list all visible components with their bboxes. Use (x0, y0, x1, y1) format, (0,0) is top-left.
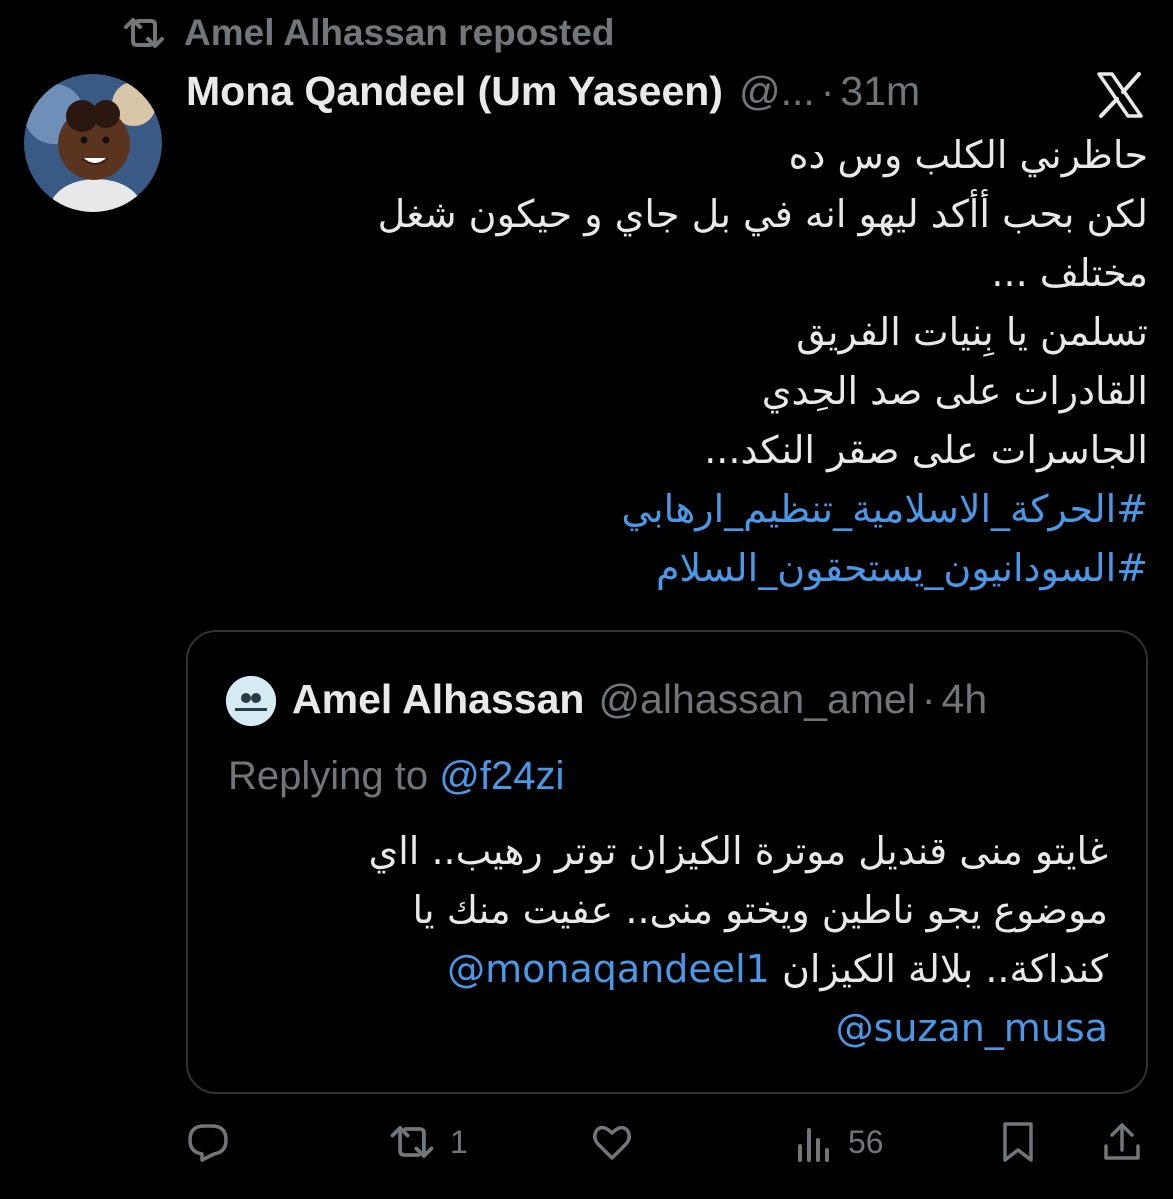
replying-prefix: Replying to (228, 754, 429, 798)
quoted-tweet[interactable]: Amel Alhassan @alhassan_amel · 4h Replyi… (186, 630, 1148, 1094)
repost-icon (390, 1126, 434, 1158)
quote-avatar[interactable] (226, 676, 276, 726)
views-icon (798, 1128, 829, 1162)
separator-dot: · (820, 68, 835, 114)
tweet-line: لكن بحب أأكد ليهو انه في بل جاي و حيكون … (377, 192, 1148, 236)
repost-icon (124, 18, 164, 48)
quote-avatar-image (226, 676, 276, 726)
avatar-image (24, 74, 162, 212)
hashtag-link[interactable]: #السودانيون_يستحقون_السلام (186, 539, 1148, 598)
mention-link[interactable]: @suzan_musa (228, 999, 1108, 1058)
views-count: 56 (848, 1123, 884, 1160)
quote-line: موضوع يجو ناطين ويختو منى.. عفيت منك يا (412, 888, 1108, 932)
repost-button[interactable]: 1 (386, 1120, 468, 1164)
replying-to: Replying to @f24zi (228, 754, 564, 799)
user-handle[interactable]: @... (739, 68, 815, 115)
quote-timestamp[interactable]: 4h (942, 676, 988, 723)
display-name[interactable]: Mona Qandeel (Um Yaseen) (186, 68, 723, 115)
quote-line: غايتو منى قنديل موترة الكيزان توتر رهيب.… (368, 829, 1109, 873)
bookmark-icon (1003, 1122, 1033, 1162)
tweet-header: Mona Qandeel (Um Yaseen) @... · 31m (186, 68, 920, 115)
like-button[interactable] (590, 1120, 634, 1164)
views-button[interactable]: 56 (792, 1120, 884, 1164)
separator-dot: · (921, 676, 936, 722)
reply-icon (188, 1124, 228, 1162)
quote-header: Amel Alhassan @alhassan_amel · 4h (292, 676, 987, 723)
heart-icon (593, 1125, 631, 1160)
mention-link[interactable]: @f24zi (439, 754, 564, 798)
mention-link[interactable]: @monaqandeel1 (447, 947, 770, 991)
hashtag-link[interactable]: #الحركة_الاسلامية_تنظيم_ارهابي (186, 480, 1148, 539)
tweet-line: تسلمن يا بِنيات الفريق (796, 310, 1148, 354)
x-logo-icon[interactable] (1096, 72, 1144, 118)
repost-count: 1 (450, 1123, 468, 1160)
quote-line: كنداكة.. بلالة الكيزان @monaqandeel1 (228, 940, 1108, 999)
reply-button[interactable] (186, 1120, 230, 1164)
tweet-line: الجاسرات على صقر النكد... (704, 428, 1148, 472)
quote-handle[interactable]: @alhassan_amel (598, 676, 915, 723)
tweet-line: القادرات على صد الحِدي (761, 369, 1148, 413)
quote-line-text: كنداكة.. بلالة الكيزان (781, 947, 1108, 991)
avatar[interactable] (24, 74, 162, 212)
timestamp[interactable]: 31m (840, 68, 920, 115)
quote-display-name[interactable]: Amel Alhassan (292, 676, 584, 723)
tweet-line: حاظرني الكلب وس ده (788, 133, 1148, 177)
share-button[interactable] (1100, 1120, 1144, 1164)
tweet-line: مختلف ... (991, 251, 1148, 295)
post-view: Amel Alhassan reposted Mona Qandeel (Um … (0, 0, 1173, 1199)
bookmark-button[interactable] (996, 1120, 1040, 1164)
repost-indicator[interactable]: Amel Alhassan reposted (120, 12, 614, 54)
tweet-text: حاظرني الكلب وس ده لكن بحب أأكد ليهو انه… (186, 126, 1148, 598)
action-bar: 1 56 (186, 1120, 1148, 1168)
quote-text: غايتو منى قنديل موترة الكيزان توتر رهيب.… (228, 822, 1109, 1058)
share-icon (1104, 1123, 1140, 1160)
repost-text: Amel Alhassan reposted (184, 12, 615, 53)
